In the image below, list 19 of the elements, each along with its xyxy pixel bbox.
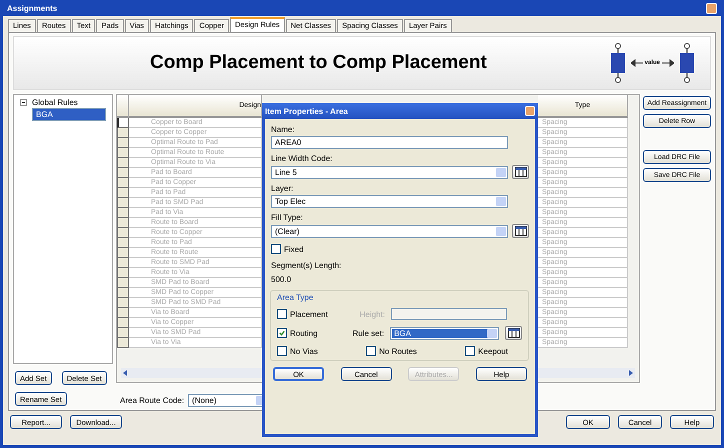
field-label: Fill Type: [271,213,303,222]
segment-length-value: 500.0 [271,275,292,284]
field-label: Layer: [271,184,294,193]
dialog-title: Item Properties - Area [265,106,348,116]
field-label: Name: [271,125,295,134]
checkbox-label: Placement [290,310,328,318]
field-label: Line Width Code: [271,154,332,163]
segment-length-label: Segment(s) Length: [271,261,342,270]
rule-set-label: Rule set: [352,328,384,338]
rule-title: Comp Placement to Comp Placement [150,52,487,74]
checkbox-label: No Routes [379,346,417,356]
height-label: Height: [358,310,385,318]
checkbox-label: Keepout [478,346,508,356]
area-route-code-label: Area Route Code: [120,396,184,405]
checkbox-label: Routing [290,328,318,338]
checkbox-label: No Vias [290,346,318,356]
group-title: Area Type [277,293,314,302]
checkbox-label: Fixed [284,244,304,254]
window-title: Assignments [7,4,58,12]
